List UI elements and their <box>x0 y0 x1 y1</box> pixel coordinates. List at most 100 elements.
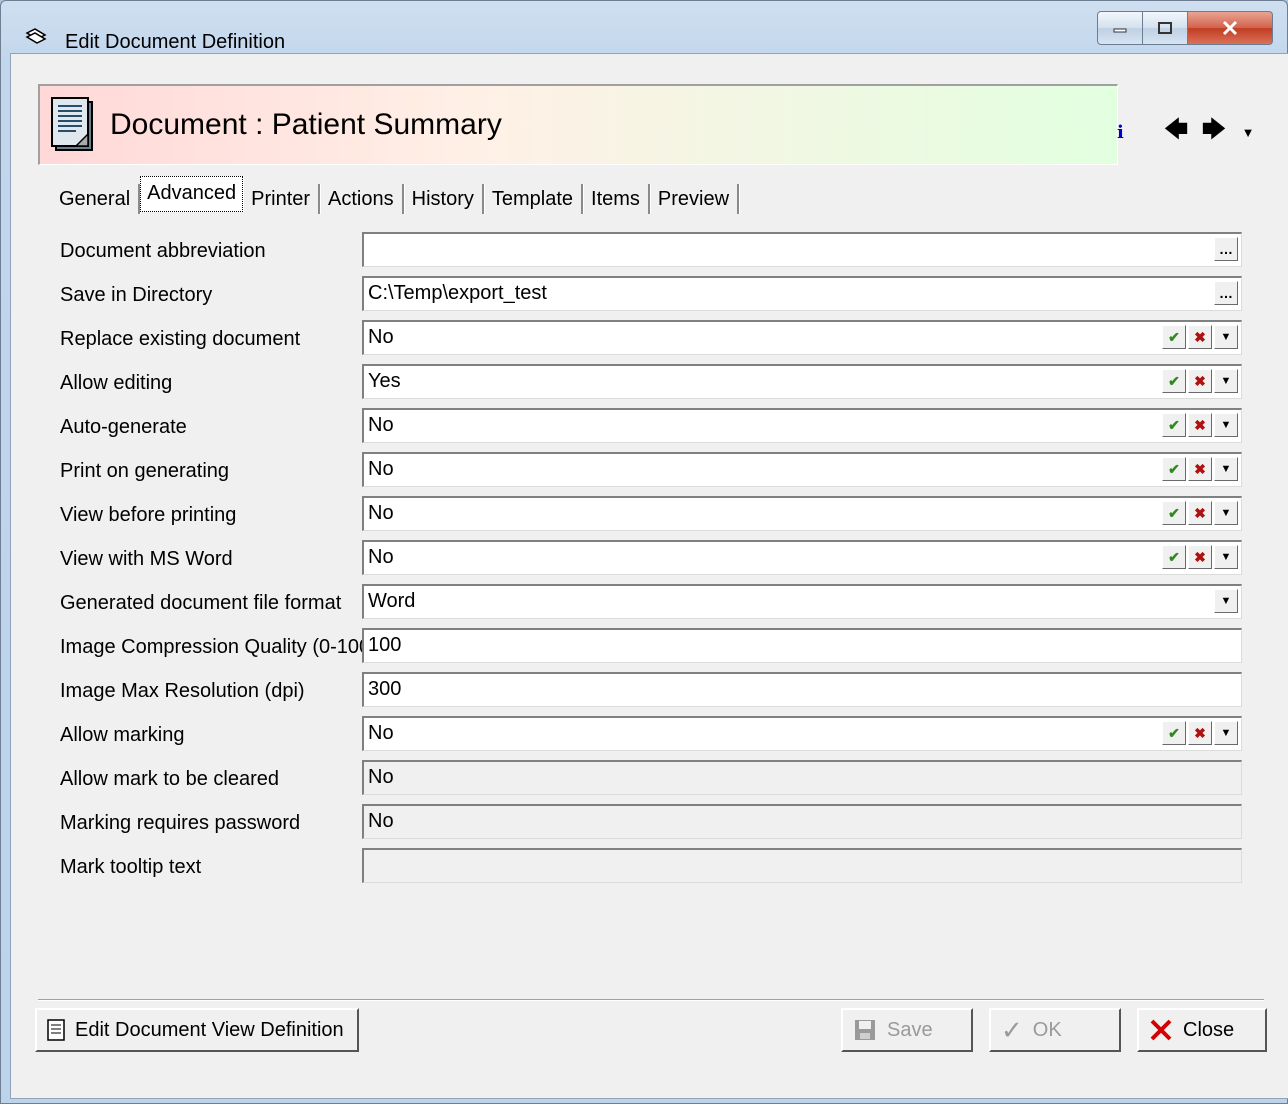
set-no-button[interactable]: ✖ <box>1188 413 1212 437</box>
field-value: No <box>368 326 394 348</box>
field-value: No <box>368 502 394 524</box>
close-icon <box>1222 20 1238 36</box>
set-no-button[interactable]: ✖ <box>1188 545 1212 569</box>
set-no-button[interactable]: ✖ <box>1188 325 1212 349</box>
document-abbreviation-field[interactable]: … <box>362 232 1242 267</box>
tab-items[interactable]: Items <box>583 184 650 214</box>
auto-generate-select[interactable]: No ✔ ✖ ▼ <box>362 408 1242 443</box>
compression-quality-input[interactable]: 100 <box>362 628 1242 663</box>
field-label: View before printing <box>60 504 237 526</box>
set-no-button[interactable]: ✖ <box>1188 721 1212 745</box>
save-button[interactable]: Save <box>841 1008 973 1052</box>
dropdown-button[interactable]: ▼ <box>1214 589 1238 613</box>
set-yes-button[interactable]: ✔ <box>1162 545 1186 569</box>
field-label: Replace existing document <box>60 328 301 350</box>
dropdown-button[interactable]: ▼ <box>1214 369 1238 393</box>
field-value: No <box>368 722 394 744</box>
check-icon: ✔ <box>1168 328 1180 345</box>
set-yes-button[interactable]: ✔ <box>1162 457 1186 481</box>
chevron-down-icon[interactable]: ▼ <box>1233 125 1263 140</box>
edit-document-definition-window: Edit Document Definition Document: Pati… <box>0 0 1288 1104</box>
minimize-button[interactable] <box>1097 11 1143 45</box>
edit-document-view-button[interactable]: Edit Document View Definition <box>35 1008 359 1052</box>
max-resolution-input[interactable]: 300 <box>362 672 1242 707</box>
set-yes-button[interactable]: ✔ <box>1162 369 1186 393</box>
check-icon: ✔ <box>1168 460 1180 477</box>
maximize-button[interactable] <box>1143 11 1188 45</box>
field-value: No <box>368 546 394 568</box>
set-yes-button[interactable]: ✔ <box>1162 413 1186 437</box>
x-icon: ✖ <box>1194 548 1206 565</box>
dropdown-button[interactable]: ▼ <box>1214 413 1238 437</box>
tab-advanced[interactable]: Advanced <box>140 176 244 212</box>
print-on-generating-select[interactable]: No ✔ ✖ ▼ <box>362 452 1242 487</box>
allow-marking-select[interactable]: No ✔ ✖ ▼ <box>362 716 1242 751</box>
row-marking-password: Marking requires password No <box>11 804 1288 840</box>
field-label: Mark tooltip text <box>60 856 202 878</box>
maximize-icon <box>1158 22 1172 34</box>
field-value: Word <box>368 590 416 612</box>
set-no-button[interactable]: ✖ <box>1188 369 1212 393</box>
replace-existing-select[interactable]: No ✔ ✖ ▼ <box>362 320 1242 355</box>
dropdown-button[interactable]: ▼ <box>1214 501 1238 525</box>
previous-arrow-icon[interactable]: 🡄 <box>1157 112 1195 153</box>
check-icon: ✓ <box>1001 1014 1023 1045</box>
field-label: Save in Directory <box>60 284 213 306</box>
field-label: Image Max Resolution (dpi) <box>60 680 305 702</box>
set-yes-button[interactable]: ✔ <box>1162 325 1186 349</box>
field-label: Allow editing <box>60 372 173 394</box>
dropdown-button[interactable]: ▼ <box>1214 457 1238 481</box>
tab-general[interactable]: General <box>51 184 141 214</box>
row-print-on-generating: Print on generating No ✔ ✖ ▼ <box>11 452 1288 488</box>
save-directory-field[interactable]: C:\Temp\export_test … <box>362 276 1242 311</box>
field-label: Allow mark to be cleared <box>60 768 279 790</box>
info-icon[interactable]: i <box>1117 122 1157 143</box>
check-icon: ✔ <box>1168 372 1180 389</box>
row-auto-generate: Auto-generate No ✔ ✖ ▼ <box>11 408 1288 444</box>
window-close-button[interactable] <box>1188 11 1273 45</box>
row-allow-editing: Allow editing Yes ✔ ✖ ▼ <box>11 364 1288 400</box>
set-yes-button[interactable]: ✔ <box>1162 501 1186 525</box>
ellipsis-icon: … <box>1219 285 1233 301</box>
x-icon: ✖ <box>1194 504 1206 521</box>
set-no-button[interactable]: ✖ <box>1188 457 1212 481</box>
view-before-printing-select[interactable]: No ✔ ✖ ▼ <box>362 496 1242 531</box>
check-icon: ✔ <box>1168 416 1180 433</box>
view-with-ms-word-select[interactable]: No ✔ ✖ ▼ <box>362 540 1242 575</box>
close-button[interactable]: Close <box>1137 1008 1267 1052</box>
tab-history[interactable]: History <box>404 184 484 214</box>
check-icon: ✔ <box>1168 504 1180 521</box>
tab-template[interactable]: Template <box>484 184 584 214</box>
set-no-button[interactable]: ✖ <box>1188 501 1212 525</box>
dropdown-button[interactable]: ▼ <box>1214 721 1238 745</box>
row-max-resolution: Image Max Resolution (dpi) 300 <box>11 672 1288 708</box>
next-arrow-icon[interactable]: 🡆 <box>1195 112 1233 153</box>
tab-preview[interactable]: Preview <box>650 184 740 214</box>
field-label: Marking requires password <box>60 812 301 834</box>
button-label: Close <box>1183 1018 1235 1041</box>
field-value: No <box>368 414 394 436</box>
tab-printer[interactable]: Printer <box>243 184 321 214</box>
button-label: Save <box>887 1018 933 1041</box>
close-icon <box>1149 1018 1173 1042</box>
tab-actions[interactable]: Actions <box>320 184 404 214</box>
row-view-before-printing: View before printing No ✔ ✖ ▼ <box>11 496 1288 532</box>
set-yes-button[interactable]: ✔ <box>1162 721 1186 745</box>
title-bar[interactable]: Edit Document Definition <box>1 1 1287 53</box>
field-value: No <box>368 458 394 480</box>
field-label: View with MS Word <box>60 548 233 570</box>
allow-editing-select[interactable]: Yes ✔ ✖ ▼ <box>362 364 1242 399</box>
dropdown-button[interactable]: ▼ <box>1214 325 1238 349</box>
app-icon <box>25 28 47 44</box>
allow-mark-cleared-field: No <box>362 760 1242 795</box>
field-value: No <box>368 810 394 832</box>
browse-button[interactable]: … <box>1214 281 1238 305</box>
document-header-banner: Document : Patient Summary <box>38 84 1118 165</box>
chevron-down-icon: ▼ <box>1220 331 1232 343</box>
file-format-select[interactable]: Word ▼ <box>362 584 1242 619</box>
browse-button[interactable]: … <box>1214 237 1238 261</box>
ok-button[interactable]: ✓ OK <box>989 1008 1121 1052</box>
row-replace-existing: Replace existing document No ✔ ✖ ▼ <box>11 320 1288 356</box>
field-value: No <box>368 766 394 788</box>
dropdown-button[interactable]: ▼ <box>1214 545 1238 569</box>
